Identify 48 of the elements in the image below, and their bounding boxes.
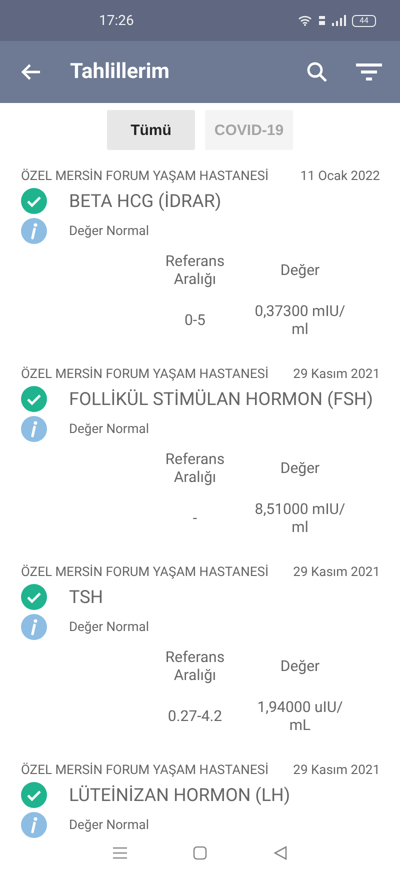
filter-icon[interactable] bbox=[356, 63, 382, 81]
column-header: Değer bbox=[280, 261, 320, 279]
test-name: TSH bbox=[69, 586, 104, 610]
hospital-name: ÖZEL MERSİN FORUM YAŞAM HASTANESİ bbox=[21, 168, 269, 184]
status-text: Değer Normal bbox=[69, 422, 149, 436]
signal-icon bbox=[332, 15, 346, 26]
result-value: 8,51000 mIU/ ml bbox=[254, 500, 346, 536]
reference-range: - bbox=[192, 509, 198, 527]
search-icon[interactable] bbox=[306, 61, 328, 83]
column-header: Referans Aralığı bbox=[164, 450, 226, 486]
result-date: 29 Kasım 2021 bbox=[293, 564, 380, 580]
reference-range: 0-5 bbox=[184, 311, 206, 329]
clock: 17:26 bbox=[99, 12, 134, 28]
column-header: Referans Aralığı bbox=[164, 252, 226, 288]
info-icon[interactable] bbox=[21, 416, 47, 442]
screen-title: Tahlillerim bbox=[70, 60, 170, 84]
hospital-name: ÖZEL MERSİN FORUM YAŞAM HASTANESİ bbox=[21, 366, 269, 382]
check-circle-icon bbox=[21, 782, 47, 808]
result-date: 29 Kasım 2021 bbox=[293, 366, 380, 382]
back-arrow-icon[interactable] bbox=[20, 63, 42, 81]
status-text: Değer Normal bbox=[69, 224, 149, 238]
result-value: 1,94000 uIU/ mL bbox=[256, 698, 344, 734]
tab[interactable]: Tümü bbox=[107, 110, 195, 150]
column-header: Değer bbox=[280, 657, 320, 675]
test-name: FOLLİKÜL STİMÜLAN HORMON (FSH) bbox=[69, 388, 373, 412]
result-date: 29 Kasım 2021 bbox=[293, 762, 380, 778]
info-icon[interactable] bbox=[21, 218, 47, 244]
check-circle-icon bbox=[21, 188, 47, 214]
result-value: 0,37300 mIU/ ml bbox=[254, 302, 346, 338]
battery-icon: 44 bbox=[352, 14, 376, 26]
check-circle-icon bbox=[21, 584, 47, 610]
status-text: Değer Normal bbox=[69, 818, 149, 832]
test-name: LÜTEİNİZAN HORMON (LH) bbox=[69, 784, 290, 808]
column-header: Referans Aralığı bbox=[164, 648, 226, 684]
hospital-name: ÖZEL MERSİN FORUM YAŞAM HASTANESİ bbox=[21, 762, 269, 778]
back-icon[interactable] bbox=[274, 846, 287, 860]
hospital-name: ÖZEL MERSİN FORUM YAŞAM HASTANESİ bbox=[21, 564, 269, 580]
check-circle-icon bbox=[21, 386, 47, 412]
info-icon[interactable] bbox=[21, 614, 47, 640]
info-icon[interactable] bbox=[21, 812, 47, 838]
menu-icon[interactable] bbox=[113, 847, 128, 859]
home-icon[interactable] bbox=[193, 846, 208, 860]
reference-range: 0.27-4.2 bbox=[168, 707, 222, 725]
wifi-icon bbox=[298, 15, 312, 26]
test-name: BETA HCG (İDRAR) bbox=[69, 190, 222, 214]
status-text: Değer Normal bbox=[69, 620, 149, 634]
column-header: Değer bbox=[280, 459, 320, 477]
result-date: 11 Ocak 2022 bbox=[300, 168, 380, 184]
